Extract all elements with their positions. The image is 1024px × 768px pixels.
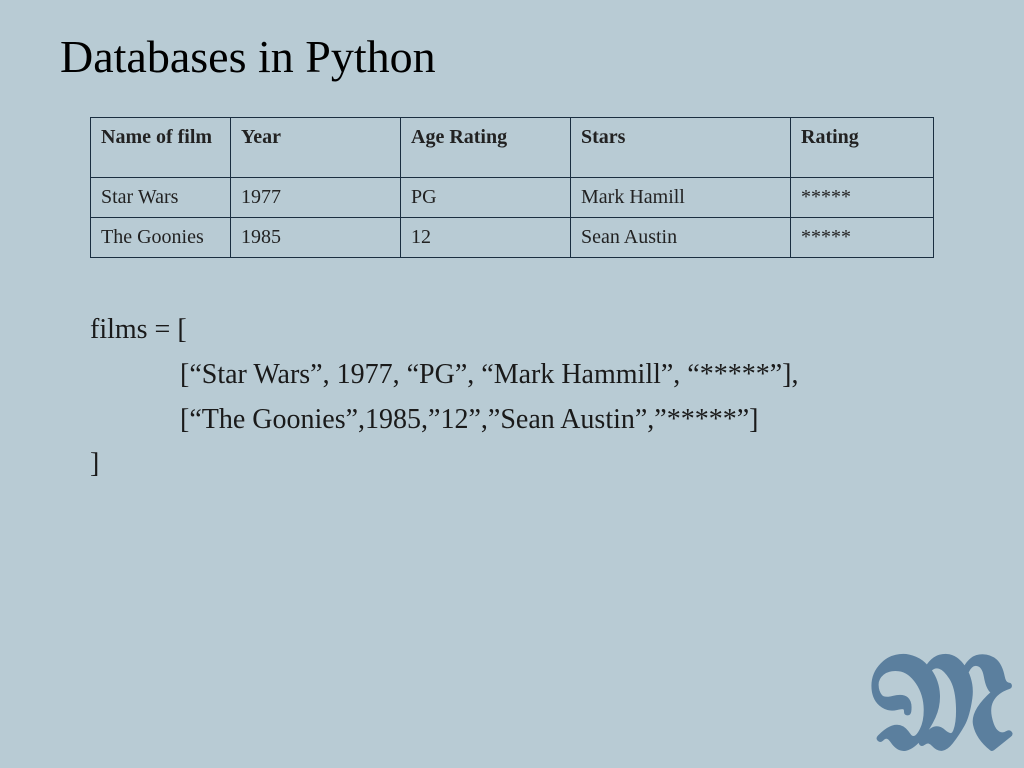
table-row: Star Wars 1977 PG Mark Hamill ***** [91,178,934,218]
films-table-container: Name of film Year Age Rating Stars Ratin… [90,117,934,258]
logo-letter-icon: M [870,648,1014,768]
cell-age-rating: 12 [401,218,571,258]
cell-year: 1985 [231,218,401,258]
page-title: Databases in Python [60,30,964,83]
code-block: films = [ [“Star Wars”, 1977, “PG”, “Mar… [90,308,934,487]
table-row: The Goonies 1985 12 Sean Austin ***** [91,218,934,258]
cell-year: 1977 [231,178,401,218]
cell-stars: Sean Austin [571,218,791,258]
code-line-2: [“Star Wars”, 1977, “PG”, “Mark Hammill”… [90,353,934,398]
cell-stars: Mark Hamill [571,178,791,218]
cell-age-rating: PG [401,178,571,218]
cell-rating: ***** [791,178,934,218]
table-header-row: Name of film Year Age Rating Stars Ratin… [91,118,934,178]
slide: Databases in Python Name of film Year Ag… [0,0,1024,768]
header-stars: Stars [571,118,791,178]
films-table: Name of film Year Age Rating Stars Ratin… [90,117,934,258]
header-name-of-film: Name of film [91,118,231,178]
header-year: Year [231,118,401,178]
code-line-4: ] [90,442,934,487]
code-line-1: films = [ [90,308,934,353]
header-age-rating: Age Rating [401,118,571,178]
cell-name: The Goonies [91,218,231,258]
cell-rating: ***** [791,218,934,258]
header-rating: Rating [791,118,934,178]
cell-name: Star Wars [91,178,231,218]
code-line-3: [“The Goonies”,1985,”12”,”Sean Austin”,”… [90,398,934,443]
